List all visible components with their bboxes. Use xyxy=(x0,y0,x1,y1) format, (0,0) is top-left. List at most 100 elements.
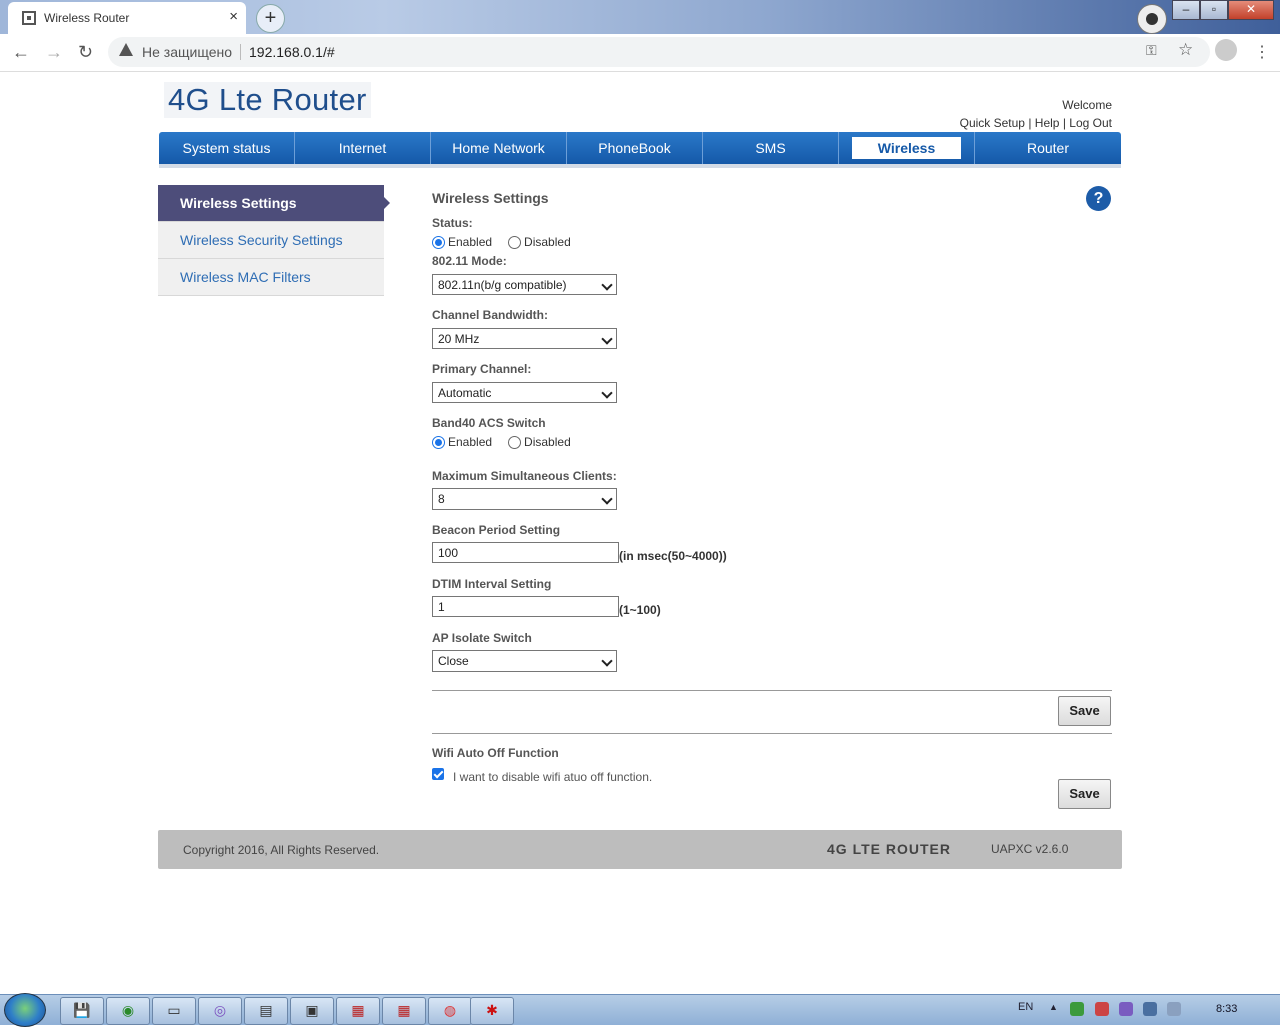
clients-select[interactable]: 8 xyxy=(432,488,617,510)
page-footer: Copyright 2016, All Rights Reserved. 4G … xyxy=(158,830,1122,869)
torrent-app-icon[interactable]: ◉ xyxy=(106,997,150,1025)
status-enabled-radio[interactable] xyxy=(432,235,445,249)
nav-internet[interactable]: Internet xyxy=(295,132,431,164)
status-label: Status: xyxy=(432,216,473,230)
dtim-input[interactable]: 1 xyxy=(432,596,619,617)
top-links: Quick Setup | Help | Log Out xyxy=(960,116,1112,130)
wifi-auto-off-checkbox[interactable] xyxy=(432,768,444,780)
channel-select[interactable]: Automatic xyxy=(432,382,617,403)
section-title: Wireless Settings xyxy=(432,190,549,206)
isolate-value: Close xyxy=(438,654,469,668)
address-bar[interactable]: Не защищено 192.168.0.1/# xyxy=(108,37,1210,67)
band40-label: Band40 ACS Switch xyxy=(432,416,546,430)
security-status[interactable]: Не защищено xyxy=(142,44,232,60)
status-radio-group: Enabled Disabled xyxy=(432,235,571,249)
help-icon[interactable]: ? xyxy=(1086,186,1111,211)
signal-tray-icon[interactable] xyxy=(1143,1002,1157,1016)
clock[interactable]: 8:33 xyxy=(1216,1003,1237,1015)
status-disabled-label: Disabled xyxy=(524,235,571,249)
url-text[interactable]: 192.168.0.1/# xyxy=(249,44,335,60)
maximize-icon[interactable]: ▫ xyxy=(1200,0,1228,20)
help-link[interactable]: Help xyxy=(1035,116,1060,130)
beacon-hint: (in msec(50~4000)) xyxy=(619,549,727,563)
nav-sms[interactable]: SMS xyxy=(703,132,839,164)
save-app-icon[interactable]: 💾 xyxy=(60,997,104,1025)
viber-tray-icon[interactable] xyxy=(1119,1002,1133,1016)
forward-icon[interactable]: → xyxy=(45,42,63,63)
divider xyxy=(432,733,1112,734)
bandwidth-value: 20 MHz xyxy=(438,332,480,346)
monitor-app-icon[interactable]: ▭ xyxy=(152,997,196,1025)
quick-setup-link[interactable]: Quick Setup xyxy=(960,116,1025,130)
sidebar-item-wireless-settings[interactable]: Wireless Settings xyxy=(158,185,390,222)
sidebar: Wireless Settings Wireless Security Sett… xyxy=(158,185,390,296)
chevron-down-icon xyxy=(601,493,613,505)
app-star-icon[interactable]: ✱ xyxy=(470,997,514,1025)
isolate-select[interactable]: Close xyxy=(432,650,617,672)
browser-titlebar: Wireless Router × + ‒ ▫ ✕ xyxy=(0,0,1280,34)
chrome-app-icon[interactable]: ◍ xyxy=(428,997,472,1025)
reload-icon[interactable]: ↻ xyxy=(78,42,93,63)
star-icon[interactable]: ☆ xyxy=(1178,40,1193,60)
window-controls: ‒ ▫ ✕ xyxy=(1172,0,1274,20)
nav-router[interactable]: Router xyxy=(975,132,1121,164)
band40-enabled-label: Enabled xyxy=(448,435,493,449)
chevron-down-icon xyxy=(601,387,613,399)
security-tray-icon[interactable] xyxy=(1070,1002,1084,1016)
language-indicator[interactable]: EN xyxy=(1018,1001,1033,1013)
divider xyxy=(432,690,1112,691)
band40-disabled-radio[interactable] xyxy=(508,435,522,449)
clients-value: 8 xyxy=(438,492,445,506)
logout-link[interactable]: Log Out xyxy=(1069,116,1112,130)
sidebar-item-wireless-security[interactable]: Wireless Security Settings xyxy=(158,222,384,259)
status-disabled-radio[interactable] xyxy=(508,235,522,249)
tab-close-icon[interactable]: × xyxy=(229,8,238,25)
back-icon[interactable]: ← xyxy=(12,42,30,63)
tray-expand-icon[interactable]: ▲ xyxy=(1049,1002,1058,1012)
nav-phonebook[interactable]: PhoneBook xyxy=(567,132,703,164)
mode-select[interactable]: 802.11n(b/g compatible) xyxy=(432,274,617,295)
chevron-down-icon xyxy=(601,279,613,291)
notepad-app-icon[interactable]: ▤ xyxy=(244,997,288,1025)
archive-app-icon[interactable]: ▦ xyxy=(336,997,380,1025)
dtim-label: DTIM Interval Setting xyxy=(432,577,552,591)
nav-system-status[interactable]: System status xyxy=(159,132,295,164)
beacon-label: Beacon Period Setting xyxy=(432,523,561,537)
key-icon[interactable]: ⚿ xyxy=(1146,42,1157,59)
link-separator: | xyxy=(1062,116,1066,130)
remote-desktop-app-icon[interactable]: ▣ xyxy=(290,997,334,1025)
dtim-hint: (1~100) xyxy=(619,603,661,617)
start-button-icon[interactable] xyxy=(4,993,46,1027)
nav-wireless[interactable]: Wireless xyxy=(839,132,975,164)
viber-app-icon[interactable]: ◎ xyxy=(198,997,242,1025)
flag-tray-icon[interactable] xyxy=(1095,1002,1109,1016)
band40-enabled-radio[interactable] xyxy=(432,435,445,449)
channel-value: Automatic xyxy=(438,386,492,400)
volume-tray-icon[interactable] xyxy=(1167,1002,1181,1016)
wifi-auto-off-title: Wifi Auto Off Function xyxy=(432,746,559,760)
browser-tab[interactable]: Wireless Router × xyxy=(8,2,246,34)
beacon-input[interactable]: 100 xyxy=(432,542,619,563)
window-close-icon[interactable]: ✕ xyxy=(1228,0,1274,20)
warning-icon[interactable] xyxy=(119,43,133,56)
wifi-auto-off-checkbox-label: I want to disable wifi atuo off function… xyxy=(453,770,653,784)
sidebar-item-mac-filters[interactable]: Wireless MAC Filters xyxy=(158,259,384,296)
clients-label: Maximum Simultaneous Clients: xyxy=(432,469,617,483)
menu-icon[interactable]: ⋮ xyxy=(1254,42,1270,62)
address-separator xyxy=(240,44,241,60)
new-tab-button[interactable]: + xyxy=(256,4,285,33)
mode-value: 802.11n(b/g compatible) xyxy=(438,278,567,292)
main-nav: System status Internet Home Network Phon… xyxy=(159,132,1121,168)
bandwidth-select[interactable]: 20 MHz xyxy=(432,328,617,349)
browser-toolbar: ← → ↻ Не защищено 192.168.0.1/# ⚿ ☆ ⋮ xyxy=(0,34,1280,72)
minimize-icon[interactable]: ‒ xyxy=(1172,0,1200,20)
save-auto-off-button[interactable]: Save xyxy=(1058,779,1111,809)
taskbar: 💾 ◉ ▭ ◎ ▤ ▣ ▦ ▦ ◍ ✱ EN ▲ 8:33 xyxy=(0,993,1280,1027)
download-indicator-icon[interactable] xyxy=(1137,4,1167,34)
bandwidth-label: Channel Bandwidth: xyxy=(432,308,548,322)
nav-home-network[interactable]: Home Network xyxy=(431,132,567,164)
archive2-app-icon[interactable]: ▦ xyxy=(382,997,426,1025)
channel-label: Primary Channel: xyxy=(432,362,532,376)
account-icon[interactable] xyxy=(1215,39,1237,61)
save-button[interactable]: Save xyxy=(1058,696,1111,726)
